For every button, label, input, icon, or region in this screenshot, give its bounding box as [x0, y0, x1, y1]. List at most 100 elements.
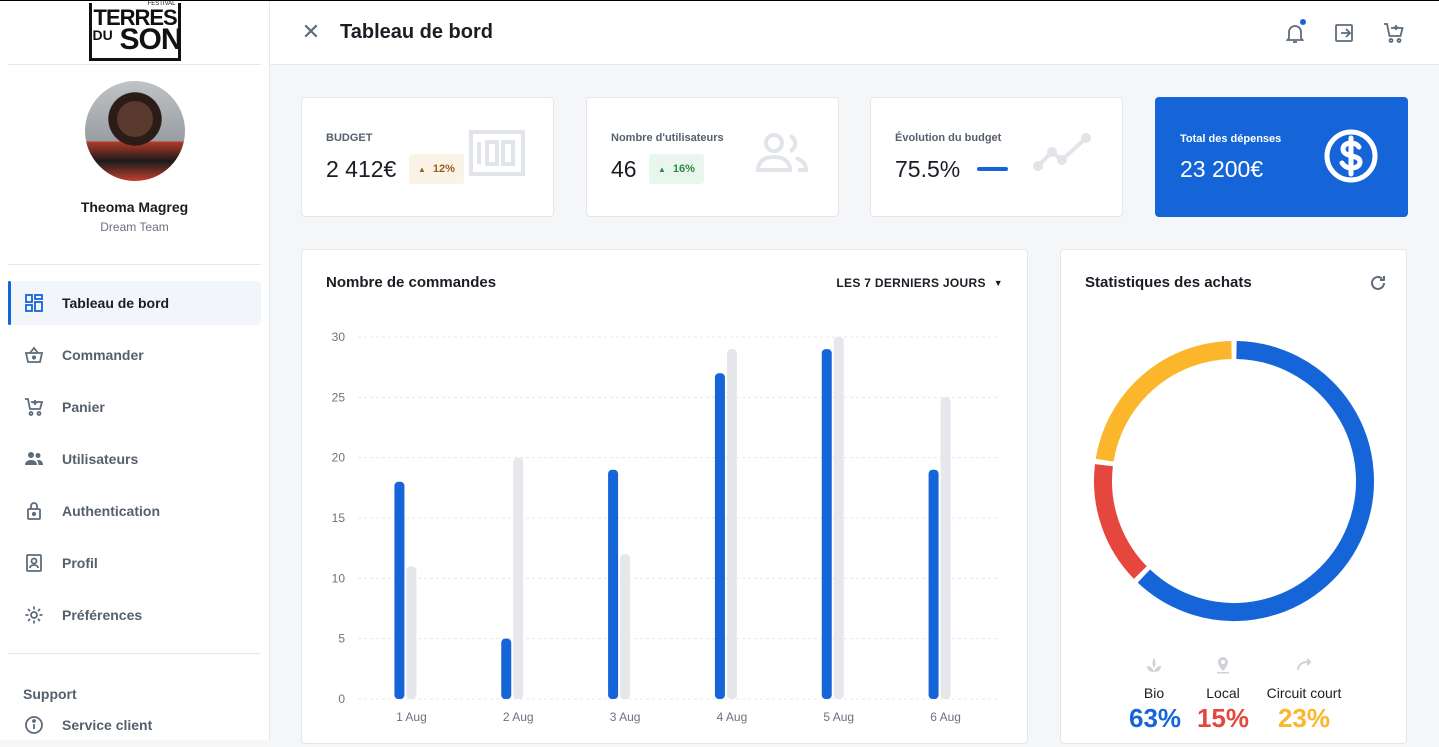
sidebar-item-label: Préférences — [62, 607, 143, 623]
avatar[interactable] — [84, 81, 185, 181]
cart-icon[interactable] — [1382, 21, 1406, 45]
donut-slice — [1137, 341, 1374, 621]
bar — [608, 469, 619, 699]
dashboard-icon — [24, 293, 44, 313]
legend-circuit-court: Circuit court 23% — [1261, 656, 1347, 734]
sidebar-item-users[interactable]: Utilisateurs — [8, 437, 261, 481]
bar — [833, 337, 844, 699]
badge-text: 12% — [432, 163, 455, 175]
info-icon — [24, 715, 44, 735]
sidebar-item-label: Authentication — [62, 503, 160, 519]
budget-card: BUDGET 2 412€ ▲ 12% — [301, 97, 554, 217]
sidebar-item-label: Profil — [62, 555, 98, 571]
gear-icon — [24, 605, 44, 625]
y-tick-label: 20 — [332, 451, 346, 465]
card-title: Total des dépenses — [1180, 133, 1282, 145]
profile-name: Theoma Magreg — [80, 199, 189, 215]
arrow-up-icon: ▲ — [658, 164, 666, 174]
card-value: 75.5% — [895, 156, 961, 182]
close-icon[interactable]: ✕ — [300, 21, 322, 43]
arrow-up-icon: ▲ — [418, 164, 426, 174]
basket-icon — [24, 345, 44, 365]
x-tick-label: 6 Aug — [930, 710, 961, 724]
badge-text: 16% — [672, 163, 695, 175]
orders-panel: Nombre de commandes LES 7 DERNIERS JOURS… — [301, 249, 1028, 744]
hundred-icon — [469, 130, 525, 181]
profile-team: Dream Team — [100, 220, 169, 234]
page-title: Tableau de bord — [340, 21, 493, 43]
legend-value: 63% — [1129, 703, 1182, 733]
bar — [726, 349, 737, 699]
profile-block: Theoma Magreg Dream Team — [8, 81, 261, 265]
progress-bar — [977, 167, 1008, 171]
legend-local: Local 15% — [1195, 656, 1251, 734]
logo[interactable]: TERRES DU SON FESTIVAL — [88, 1, 183, 61]
bar — [620, 554, 631, 699]
bar — [821, 349, 832, 699]
legend-label: Bio — [1143, 685, 1165, 701]
total-expenses-card: Total des dépenses 23 200€ — [1155, 97, 1408, 217]
bar — [714, 373, 725, 699]
logo-area: TERRES DU SON FESTIVAL — [8, 1, 261, 65]
status-badge: ▲ 16% — [649, 154, 704, 184]
profile-icon — [24, 553, 44, 573]
cart-icon — [24, 397, 44, 417]
logout-icon[interactable] — [1332, 21, 1356, 45]
legend-value: 15% — [1196, 703, 1250, 733]
x-tick-label: 2 Aug — [503, 710, 534, 724]
bar — [513, 457, 524, 699]
legend-bio: Bio 63% — [1129, 656, 1182, 734]
logo-line2: DU — [92, 27, 113, 43]
users-card: Nombre d'utilisateurs 46 ▲ 16% — [586, 97, 839, 217]
sidebar-item-panier[interactable]: Panier — [8, 385, 261, 429]
support-title: Support — [23, 686, 77, 702]
bar — [406, 566, 417, 699]
sidebar-item-label: Service client — [62, 717, 153, 733]
y-tick-label: 15 — [332, 511, 346, 525]
y-tick-label: 30 — [332, 330, 346, 344]
redo-arrow-icon — [1261, 656, 1347, 679]
sidebar-item-label: Tableau de bord — [62, 295, 170, 311]
sidebar-item-service-client[interactable]: Service client — [8, 703, 152, 747]
card-title: Nombre d'utilisateurs — [611, 132, 724, 144]
card-value: 23 200€ — [1180, 156, 1264, 182]
top-header: ✕ Tableau de bord — [270, 1, 1439, 65]
sidebar-item-profil[interactable]: Profil — [8, 541, 261, 585]
leaf-icon — [1129, 656, 1179, 679]
bar — [928, 469, 939, 699]
users-icon — [24, 449, 44, 469]
legend-label: Circuit court — [1266, 685, 1342, 701]
orders-bar-chart: 0 5 10 15 20 25 30 1 Aug 2 Aug 3 Aug 4 Aug 5 Aug 6 A… — [332, 330, 999, 724]
x-tick-label: 4 Aug — [717, 710, 748, 724]
y-tick-label: 5 — [338, 632, 345, 646]
trend-icon — [1032, 130, 1094, 181]
sidebar-item-authentication[interactable]: Authentication — [8, 489, 261, 533]
users-icon — [754, 130, 810, 181]
status-badge: ▲ 12% — [409, 154, 464, 184]
y-tick-label: 0 — [338, 692, 345, 706]
bar — [394, 481, 405, 699]
legend-value: 23% — [1277, 703, 1331, 733]
legend-label: Local — [1206, 685, 1240, 701]
card-value: 46 — [611, 156, 637, 182]
logo-line3: SON — [119, 23, 183, 56]
sidebar-item-preferences[interactable]: Préférences — [8, 593, 261, 637]
sidebar-nav: Tableau de bord Commander Panier Utilisa… — [8, 265, 261, 654]
card-value: 2 412€ — [326, 156, 397, 182]
purchase-stats-panel: Statistiques des achats Bio 63% Local 15… — [1060, 249, 1407, 744]
y-tick-label: 10 — [332, 571, 346, 585]
sidebar-item-commander[interactable]: Commander — [8, 333, 261, 377]
sidebar: TERRES DU SON FESTIVAL Theoma Magreg Dre… — [0, 1, 270, 740]
sidebar-item-dashboard[interactable]: Tableau de bord — [8, 281, 261, 325]
location-pin-icon — [1195, 656, 1251, 679]
bell-icon[interactable] — [1283, 19, 1307, 45]
y-tick-label: 25 — [332, 390, 346, 404]
card-title: Évolution du budget — [895, 132, 1002, 144]
logo-tag: FESTIVAL — [147, 1, 176, 7]
sidebar-item-label: Commander — [62, 347, 144, 363]
sidebar-item-label: Utilisateurs — [62, 451, 139, 467]
x-tick-label: 3 Aug — [610, 710, 641, 724]
x-tick-label: 5 Aug — [823, 710, 854, 724]
evolution-card: Évolution du budget 75.5% — [870, 97, 1123, 217]
x-tick-label: 1 Aug — [396, 710, 427, 724]
